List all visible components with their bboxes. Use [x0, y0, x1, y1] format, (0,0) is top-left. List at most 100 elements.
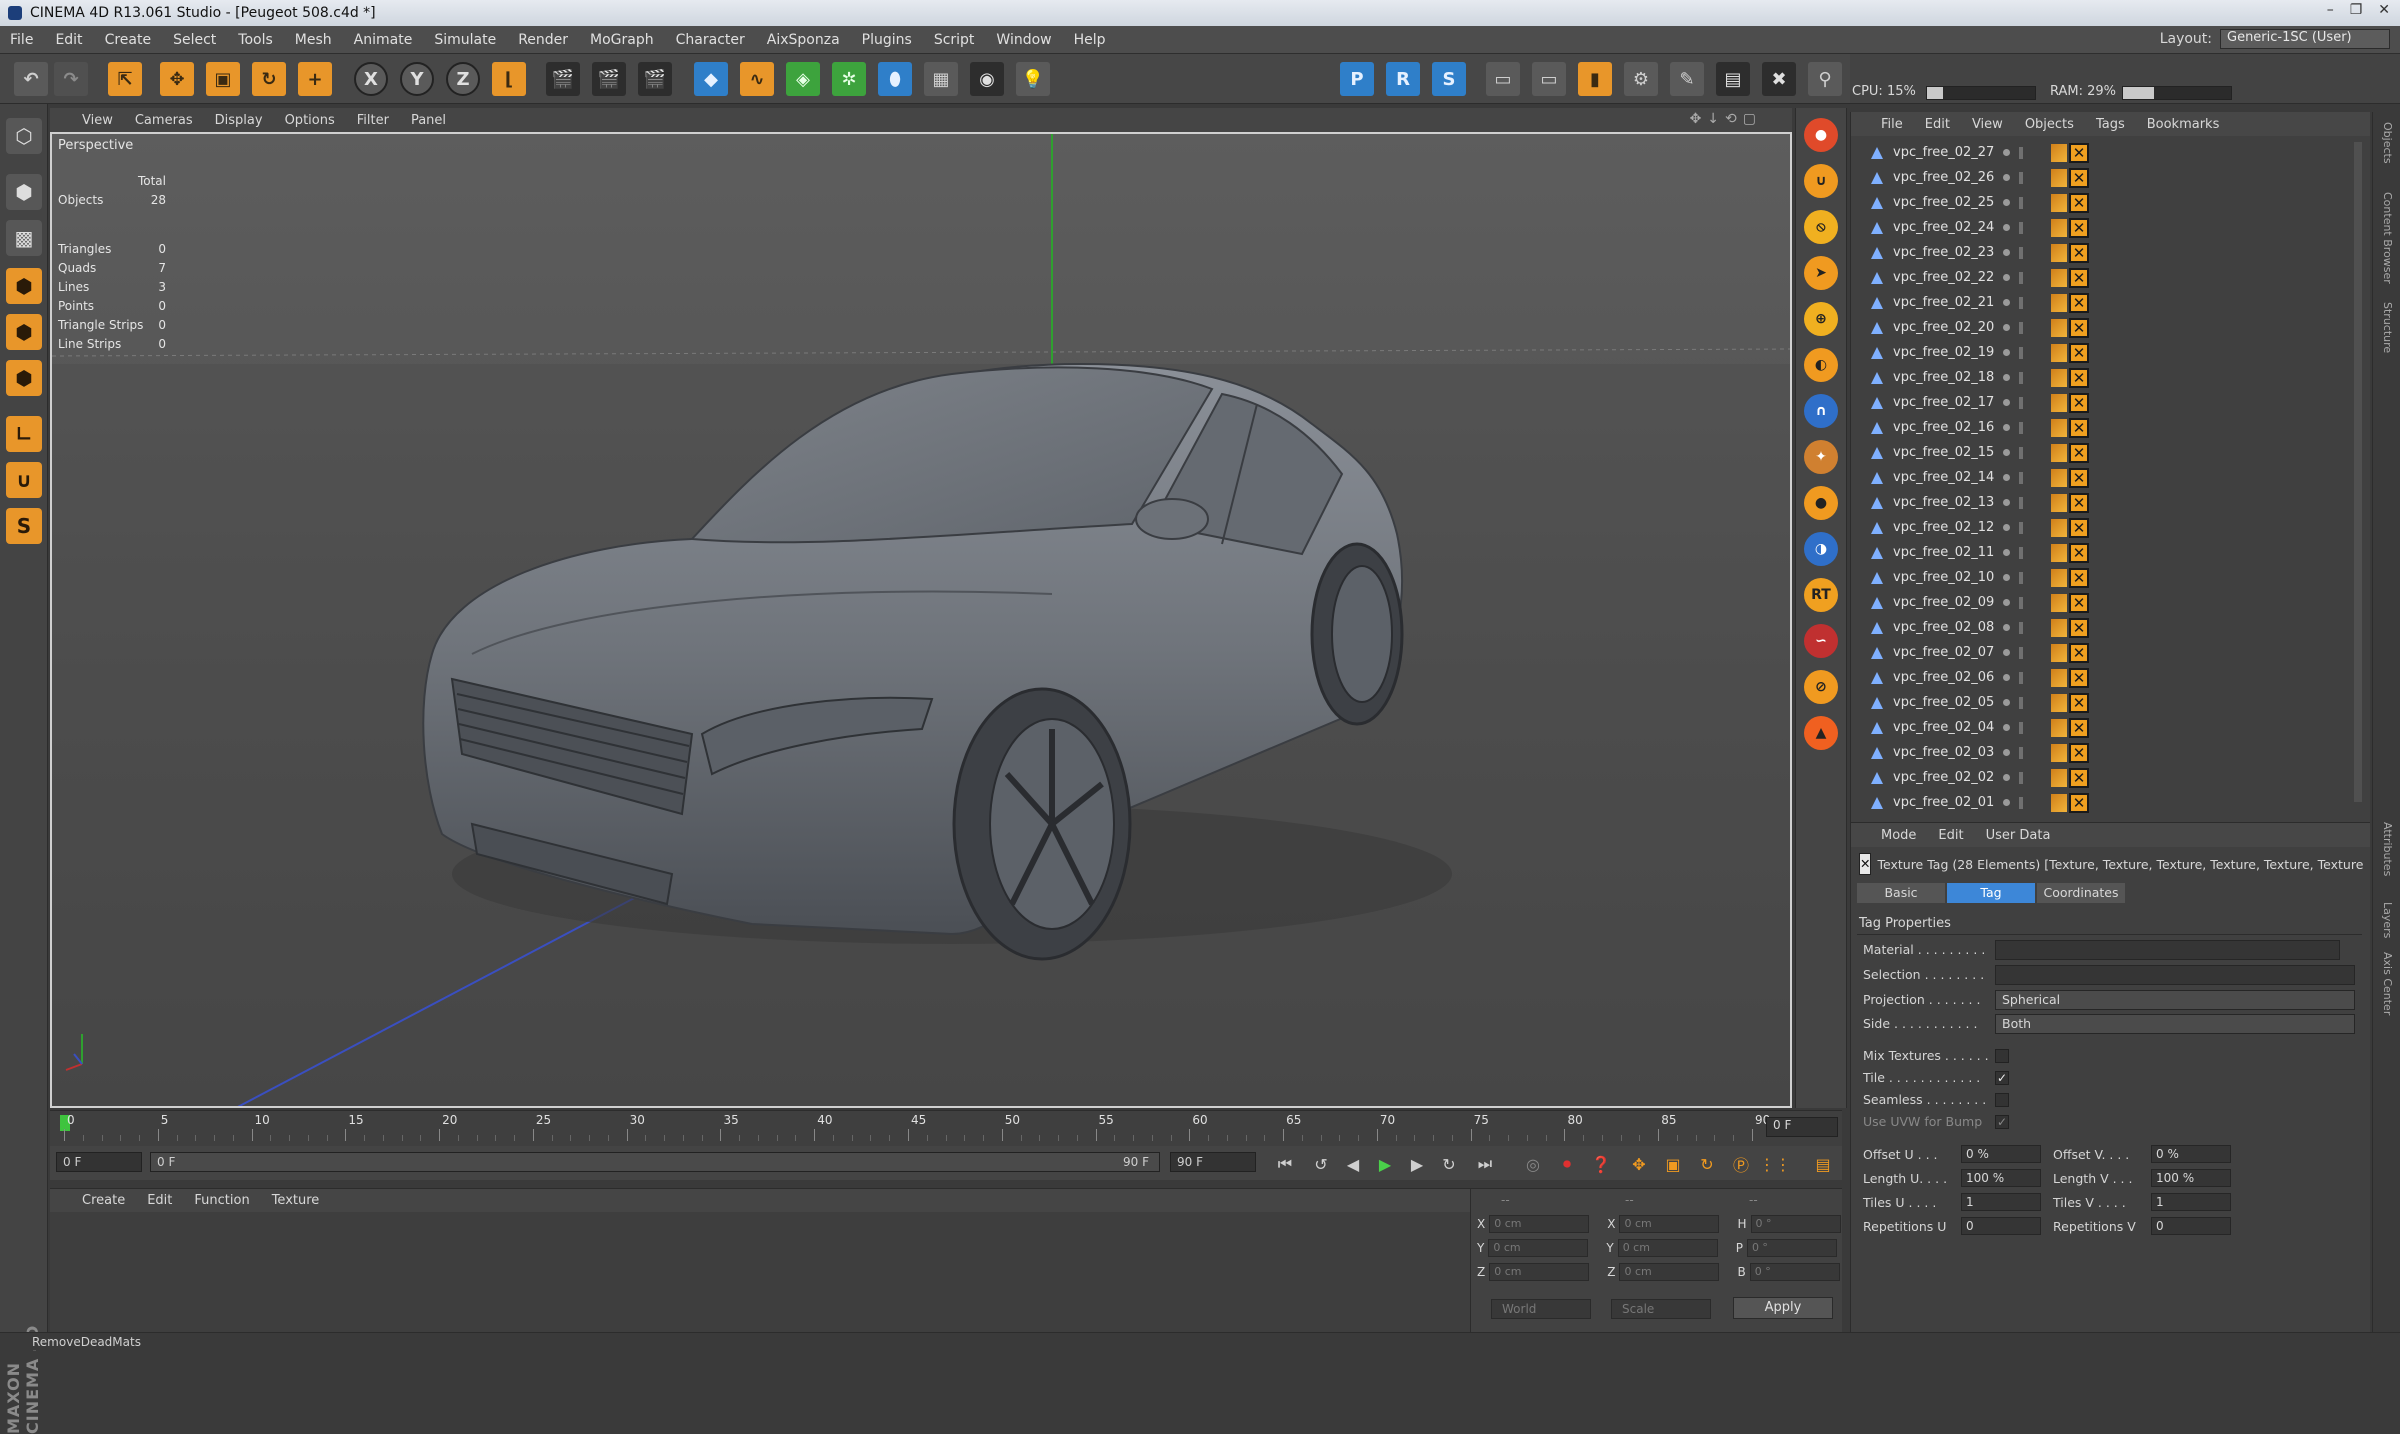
scale-icon[interactable]: ▣	[206, 62, 240, 96]
texture-tag-icon[interactable]: ✕	[2069, 642, 2089, 663]
object-name[interactable]: vpc_free_02_23	[1893, 245, 1994, 260]
phong-tag-icon[interactable]	[2051, 343, 2067, 362]
material-menu-texture[interactable]: Texture	[272, 1193, 320, 1208]
start-frame-field[interactable]: 0 F	[56, 1152, 142, 1172]
texture-tag-icon[interactable]: ✕	[2069, 142, 2089, 163]
plugin-button-1-icon[interactable]: ▭	[1486, 62, 1520, 96]
phong-tag-icon[interactable]	[2051, 468, 2067, 487]
layout-select[interactable]: Generic-1SC (User)	[2220, 29, 2390, 49]
texture-tag-icon[interactable]: ✕	[2069, 742, 2089, 763]
length-v-field[interactable]: 100 %	[2151, 1169, 2231, 1187]
object-row[interactable]: vpc_free_02_09 ✕	[1851, 590, 2361, 615]
position-x-field[interactable]: 0 cm	[1489, 1215, 1590, 1233]
phong-tag-icon[interactable]	[2051, 543, 2067, 562]
points-mode-icon[interactable]: ⬢	[6, 268, 42, 304]
side-select[interactable]: Both	[1995, 1014, 2355, 1034]
enable-toggle-icon[interactable]	[2019, 621, 2023, 634]
object-name[interactable]: vpc_free_02_20	[1893, 320, 1994, 335]
remove-tool-icon[interactable]: ✖	[1762, 62, 1796, 96]
visibility-dot-icon[interactable]	[2003, 499, 2010, 506]
visibility-dot-icon[interactable]	[2003, 549, 2010, 556]
add-point-icon[interactable]: ⊕	[1804, 302, 1838, 336]
go-to-start-icon[interactable]: ⏮	[1272, 1152, 1298, 1176]
spline-pen-icon[interactable]: ∿	[740, 62, 774, 96]
pin-icon[interactable]: ⚲	[1808, 62, 1842, 96]
object-name[interactable]: vpc_free_02_01	[1893, 795, 1994, 810]
enable-toggle-icon[interactable]	[2019, 371, 2023, 384]
brush-icon[interactable]: ✎	[1670, 62, 1704, 96]
rt-tool-icon[interactable]: RT	[1804, 578, 1838, 612]
visibility-dot-icon[interactable]	[2003, 574, 2010, 581]
camera-icon[interactable]: ◉	[970, 62, 1004, 96]
objects-menu-objects[interactable]: Objects	[2025, 117, 2074, 132]
previous-frame-icon[interactable]: ◀	[1340, 1152, 1366, 1176]
enable-toggle-icon[interactable]	[2019, 771, 2023, 784]
side-tab-layers[interactable]: Layers	[2381, 902, 2394, 938]
magnet-tool-icon[interactable]: ∪	[1804, 164, 1838, 198]
cube-icon[interactable]: ◆	[694, 62, 728, 96]
visibility-dot-icon[interactable]	[2003, 674, 2010, 681]
texture-tag-icon[interactable]: ✕	[2069, 342, 2089, 363]
plugin-button-2-icon[interactable]: ▭	[1532, 62, 1566, 96]
object-name[interactable]: vpc_free_02_13	[1893, 495, 1994, 510]
coords-scale-select[interactable]: Scale	[1611, 1299, 1711, 1319]
length-u-field[interactable]: 100 %	[1961, 1169, 2041, 1187]
object-name[interactable]: vpc_free_02_16	[1893, 420, 1994, 435]
record-keys-icon[interactable]: ◎	[1520, 1152, 1546, 1176]
object-row[interactable]: vpc_free_02_13 ✕	[1851, 490, 2361, 515]
phong-tag-icon[interactable]	[2051, 693, 2067, 712]
render-s-icon[interactable]: S	[1432, 62, 1466, 96]
phong-tag-icon[interactable]	[2051, 243, 2067, 262]
phong-tag-icon[interactable]	[2051, 193, 2067, 212]
axis-mode-icon[interactable]: ∟	[6, 416, 42, 452]
menu-edit[interactable]: Edit	[55, 32, 82, 48]
phong-tag-icon[interactable]	[2051, 318, 2067, 337]
enable-toggle-icon[interactable]	[2019, 271, 2023, 284]
play-icon[interactable]: ▶	[1372, 1152, 1398, 1176]
enable-toggle-icon[interactable]	[2019, 321, 2023, 334]
selection-field[interactable]	[1995, 965, 2355, 985]
menu-window[interactable]: Window	[996, 32, 1051, 48]
texture-tag-icon[interactable]: ✕	[2069, 417, 2089, 438]
enable-toggle-icon[interactable]	[2019, 396, 2023, 409]
tab-basic[interactable]: Basic	[1857, 883, 1945, 903]
material-menu-edit[interactable]: Edit	[147, 1193, 172, 1208]
sphere-tool-icon[interactable]: ●	[1804, 118, 1838, 152]
seamless-checkbox[interactable]	[1995, 1093, 2009, 1107]
phong-tag-icon[interactable]	[2051, 268, 2067, 287]
texture-tag-icon[interactable]: ✕	[2069, 192, 2089, 213]
object-row[interactable]: vpc_free_02_22 ✕	[1851, 265, 2361, 290]
visibility-dot-icon[interactable]	[2003, 799, 2010, 806]
record-pla-icon[interactable]: ⋮⋮	[1759, 1152, 1791, 1176]
tiles-u-field[interactable]: 1	[1961, 1193, 2041, 1211]
record-parameter-icon[interactable]: Ⓟ	[1728, 1152, 1754, 1176]
object-row[interactable]: vpc_free_02_21 ✕	[1851, 290, 2361, 315]
position-y-field[interactable]: 0 cm	[1488, 1239, 1589, 1257]
package-icon[interactable]: ▮	[1578, 62, 1612, 96]
material-menu-create[interactable]: Create	[82, 1193, 125, 1208]
pointer-tool-icon[interactable]: ➤	[1804, 256, 1838, 290]
object-name[interactable]: vpc_free_02_14	[1893, 470, 1994, 485]
object-name[interactable]: vpc_free_02_10	[1893, 570, 1994, 585]
subdivision-surface-icon[interactable]: ◈	[786, 62, 820, 96]
render-queue-icon[interactable]: ▤	[1716, 62, 1750, 96]
object-name[interactable]: vpc_free_02_15	[1893, 445, 1994, 460]
phong-tag-icon[interactable]	[2051, 793, 2067, 812]
viewport-nav-icons[interactable]: ✥↓⟲▢	[1690, 111, 1762, 127]
magnet-blue-icon[interactable]: ∩	[1804, 394, 1838, 428]
light-icon[interactable]: 💡	[1016, 62, 1050, 96]
perspective-viewport[interactable]: Perspective Total Objects 28 Triangles 0 Q…	[50, 132, 1792, 1108]
object-row[interactable]: vpc_free_02_27 ✕	[1851, 140, 2361, 165]
viewport-menu-options[interactable]: Options	[285, 113, 335, 128]
enable-toggle-icon[interactable]	[2019, 646, 2023, 659]
size-x-field[interactable]: 0 cm	[1619, 1215, 1720, 1233]
visibility-dot-icon[interactable]	[2003, 149, 2010, 156]
phong-tag-icon[interactable]	[2051, 768, 2067, 787]
object-name[interactable]: vpc_free_02_06	[1893, 670, 1994, 685]
object-name[interactable]: vpc_free_02_22	[1893, 270, 1994, 285]
autokey-icon[interactable]: ⏺	[1554, 1152, 1580, 1176]
redo-icon[interactable]: ↷	[54, 62, 88, 96]
enable-toggle-icon[interactable]	[2019, 221, 2023, 234]
object-row[interactable]: vpc_free_02_14 ✕	[1851, 465, 2361, 490]
render-picture-viewer-icon[interactable]: 🎬	[592, 62, 626, 96]
